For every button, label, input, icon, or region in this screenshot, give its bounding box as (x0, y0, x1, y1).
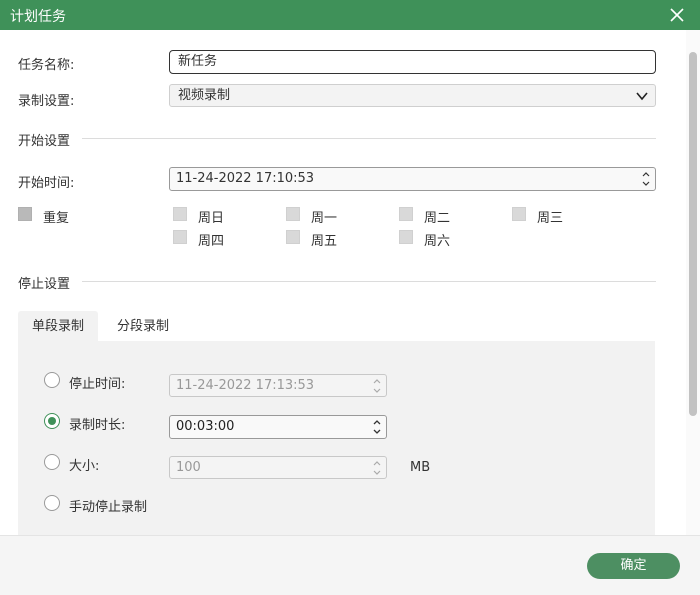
day-checkbox-thu[interactable] (173, 230, 187, 244)
dialog-content: 任务名称: 新任务 录制设置: 视频录制 开始设置 开始时间: 11-24-20… (0, 30, 686, 535)
stop-settings-divider (82, 281, 656, 282)
stop-time-value: 11-24-2022 17:13:53 (176, 378, 315, 393)
duration-input[interactable]: 00:03:00 (169, 415, 387, 439)
start-time-value: 11-24-2022 17:10:53 (176, 171, 315, 186)
day-checkbox-sat[interactable] (399, 230, 413, 244)
start-settings-title: 开始设置 (18, 134, 71, 149)
window-title: 计划任务 (10, 9, 66, 25)
spin-arrows-icon[interactable] (372, 377, 382, 395)
duration-radio[interactable] (44, 413, 60, 429)
record-setting-select[interactable]: 视频录制 (169, 84, 656, 107)
day-label-fri: 周五 (311, 234, 338, 249)
day-label-mon: 周一 (311, 211, 338, 226)
day-checkbox-fri[interactable] (286, 230, 300, 244)
dialog-footer: 确定 (0, 535, 700, 595)
chevron-down-icon (636, 92, 648, 101)
scrollbar-thumb[interactable] (689, 52, 697, 416)
day-label-tue: 周二 (424, 211, 451, 226)
size-unit: MB (410, 460, 431, 475)
day-label-sun: 周日 (198, 211, 225, 226)
title-bar: 计划任务 (0, 0, 700, 30)
close-icon[interactable] (668, 6, 686, 24)
tab-single-recording[interactable]: 单段录制 (18, 311, 98, 343)
ok-button[interactable]: 确定 (587, 553, 680, 579)
size-input[interactable]: 100 (169, 456, 387, 479)
record-setting-label: 录制设置: (18, 94, 75, 109)
repeat-checkbox[interactable] (18, 207, 32, 221)
stop-time-input[interactable]: 11-24-2022 17:13:53 (169, 374, 387, 397)
task-name-label: 任务名称: (18, 58, 75, 73)
duration-label: 录制时长: (69, 418, 126, 433)
record-setting-value: 视频录制 (178, 88, 231, 103)
single-recording-panel: 停止时间: 11-24-2022 17:13:53 录制时长: 00:03:00… (18, 341, 655, 535)
vertical-scrollbar[interactable] (686, 30, 700, 535)
day-checkbox-wed[interactable] (512, 207, 526, 221)
stop-settings-title: 停止设置 (18, 277, 71, 292)
day-label-thu: 周四 (198, 234, 225, 249)
spin-arrows-icon[interactable] (372, 459, 382, 477)
day-checkbox-mon[interactable] (286, 207, 300, 221)
stop-time-radio[interactable] (44, 372, 60, 388)
manual-stop-label: 手动停止录制 (69, 500, 148, 515)
repeat-label: 重复 (43, 211, 70, 226)
size-radio[interactable] (44, 454, 60, 470)
day-checkbox-sun[interactable] (173, 207, 187, 221)
tab-segment-recording[interactable]: 分段录制 (103, 311, 183, 343)
start-time-label: 开始时间: (18, 176, 75, 191)
size-label: 大小: (69, 459, 100, 474)
stop-time-label: 停止时间: (69, 377, 126, 392)
manual-stop-radio[interactable] (44, 495, 60, 511)
duration-value: 00:03:00 (176, 419, 235, 434)
start-time-input[interactable]: 11-24-2022 17:10:53 (169, 167, 656, 191)
spin-arrows-icon[interactable] (372, 418, 382, 436)
day-checkbox-tue[interactable] (399, 207, 413, 221)
size-value: 100 (176, 460, 201, 475)
start-settings-divider (82, 138, 656, 139)
day-label-sat: 周六 (424, 234, 451, 249)
day-label-wed: 周三 (537, 211, 564, 226)
task-name-input[interactable]: 新任务 (169, 50, 656, 74)
spin-arrows-icon[interactable] (641, 170, 651, 188)
